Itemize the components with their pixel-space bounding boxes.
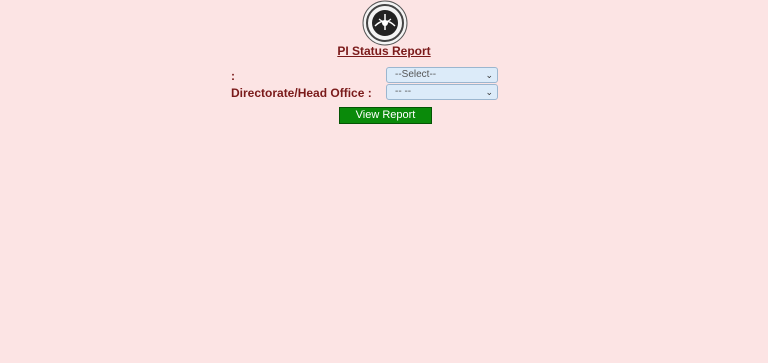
filter-select-value: --Select-- [395, 69, 437, 80]
filter-row: : --Select-- ⌄ [231, 67, 499, 84]
filter-select[interactable]: --Select-- ⌄ [386, 67, 498, 83]
view-report-button[interactable]: View Report [339, 107, 432, 124]
filter-label: : [231, 69, 235, 83]
state-emblem-icon [362, 0, 408, 46]
chevron-down-icon: ⌄ [485, 70, 493, 80]
page-title: PI Status Report [337, 44, 431, 58]
directorate-select-value: -- -- [395, 86, 412, 97]
directorate-select[interactable]: -- -- ⌄ [386, 84, 498, 100]
chevron-down-icon: ⌄ [485, 87, 493, 97]
directorate-row: Directorate/Head Office : -- -- ⌄ [231, 84, 499, 101]
report-page: PI Status Report : --Select-- ⌄ Director… [0, 0, 768, 363]
directorate-label: Directorate/Head Office : [231, 86, 372, 100]
